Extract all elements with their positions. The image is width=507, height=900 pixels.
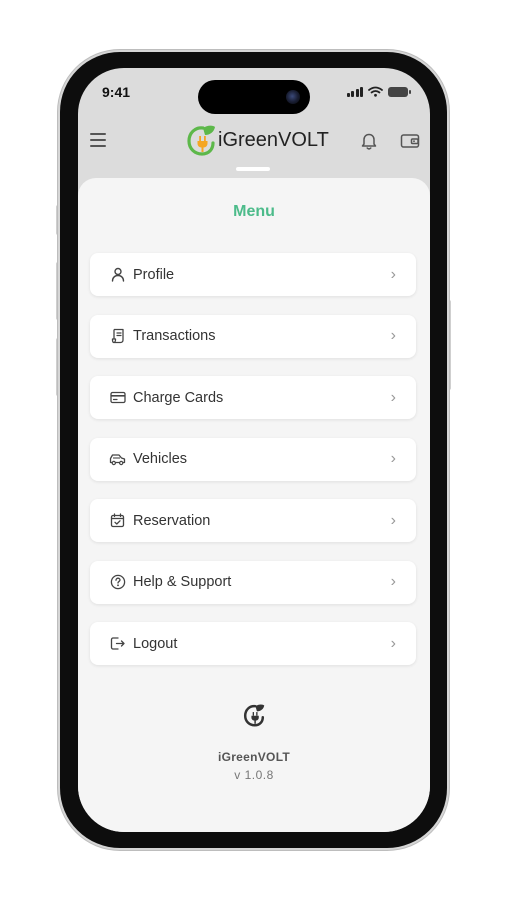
card-icon xyxy=(109,389,126,406)
menu-item-reservation[interactable]: Reservation › xyxy=(90,499,416,542)
status-icons xyxy=(346,86,411,97)
status-time: 9:41 xyxy=(102,84,131,100)
menu-item-label: Vehicles xyxy=(133,451,188,467)
menu-item-label: Reservation xyxy=(133,512,211,529)
menu-item-label: Charge Cards xyxy=(133,389,224,406)
menu-item-help-support[interactable]: Help & Support › xyxy=(90,560,416,604)
menu-item-label: Profile xyxy=(133,266,175,283)
sheet-title: Menu xyxy=(233,203,275,220)
power-button xyxy=(447,300,451,390)
bell-icon[interactable] xyxy=(360,131,378,151)
leaf-plug-logo-icon xyxy=(187,125,215,156)
menu-item-vehicles[interactable]: Vehicles › xyxy=(90,437,416,481)
menu-item-label: Logout xyxy=(133,635,178,652)
menu-item-transactions[interactable]: Transactions › xyxy=(90,314,416,358)
signal-icon xyxy=(346,86,363,97)
logout-icon xyxy=(109,635,126,652)
footer-version: v 1.0.8 xyxy=(234,768,274,782)
sheet-handle[interactable] xyxy=(236,167,270,171)
brand-name: iGreenVOLT xyxy=(218,128,329,151)
leaf-plug-logo-icon xyxy=(243,704,265,727)
wallet-icon[interactable] xyxy=(400,132,420,150)
app-footer: iGreenVOLT v 1.0.8 xyxy=(78,703,430,782)
chevron-right-icon: › xyxy=(390,388,396,406)
menu-item-charge-cards[interactable]: Charge Cards › xyxy=(90,376,416,419)
help-circle-icon xyxy=(109,574,126,591)
chevron-right-icon: › xyxy=(390,573,396,590)
wifi-icon xyxy=(368,86,383,97)
receipt-icon xyxy=(109,328,126,345)
chevron-right-icon: › xyxy=(390,265,396,283)
menu-item-logout[interactable]: Logout › xyxy=(90,622,416,665)
brand-logo: iGreenVOLT xyxy=(186,124,329,156)
person-icon xyxy=(109,266,126,283)
chevron-right-icon: › xyxy=(390,634,396,652)
hamburger-menu-icon[interactable] xyxy=(90,133,106,147)
app-bar: iGreenVOLT xyxy=(78,120,430,164)
menu-item-profile[interactable]: Profile › xyxy=(90,253,416,296)
calendar-check-icon xyxy=(109,512,126,529)
menu-item-label: Transactions xyxy=(133,328,216,344)
phone-screen: 9:41 iGreenVOLT Menu Profile › Transacti… xyxy=(78,68,430,832)
menu-list: Profile › Transactions › Charge Cards › xyxy=(90,253,416,684)
car-icon xyxy=(109,451,126,468)
chevron-right-icon: › xyxy=(390,327,396,344)
camera-icon xyxy=(286,90,300,104)
footer-app-name: iGreenVOLT xyxy=(217,750,291,764)
chevron-right-icon: › xyxy=(390,511,396,529)
menu-sheet: Menu Profile › Transactions › Charge Car… xyxy=(78,178,430,832)
dynamic-island xyxy=(198,80,310,114)
battery-icon xyxy=(388,86,411,97)
menu-item-label: Help & Support xyxy=(133,574,232,590)
chevron-right-icon: › xyxy=(390,450,396,467)
